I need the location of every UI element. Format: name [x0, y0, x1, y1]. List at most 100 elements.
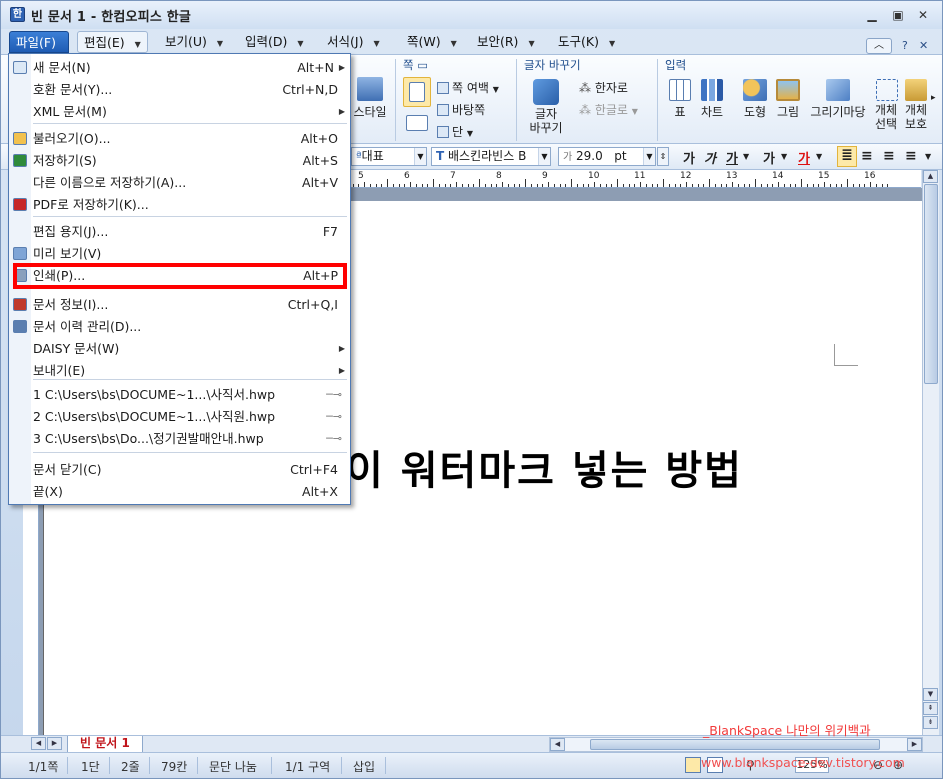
hangul-button[interactable]: ⁂ 한글로 ▼: [579, 101, 638, 118]
font-color-button[interactable]: 가: [798, 148, 810, 167]
chevron-down-icon[interactable]: ▼: [781, 152, 787, 161]
menu-edit[interactable]: 편집(E) ▼: [77, 31, 148, 53]
page-settings-icon[interactable]: ▭: [417, 58, 428, 72]
font-size-spinner[interactable]: ⇕: [657, 147, 669, 166]
file-menu-item[interactable]: 편집 용지(J)... F7: [9, 221, 350, 242]
tab-next-icon[interactable]: ▶: [47, 737, 62, 750]
align-center-button[interactable]: ≡: [883, 148, 895, 164]
file-menu-item[interactable]: PDF로 저장하기(K)...: [9, 194, 350, 215]
close-doc-icon[interactable]: ✕: [919, 39, 928, 52]
hwp-app-icon[interactable]: 한: [10, 7, 25, 22]
menu-page[interactable]: 쪽(W) ▼: [401, 31, 463, 53]
help-icon[interactable]: ?: [902, 39, 908, 52]
file-menu-item[interactable]: 다른 이름으로 저장하기(A)... Alt+V: [9, 172, 350, 193]
style-button[interactable]: 스타일: [350, 77, 390, 120]
ruler-tick: [507, 184, 509, 187]
style-select[interactable]: ª대표 ▼: [351, 147, 427, 166]
file-menu-dropdown: 새 문서(N) Alt+N ▶ 호환 문서(Y)... Ctrl+N,D XML 문서(M…: [8, 53, 351, 505]
chevron-down-icon[interactable]: ▼: [816, 152, 822, 161]
file-menu-item[interactable]: DAISY 문서(W) ▶: [9, 338, 350, 359]
minimize-icon[interactable]: ▁: [863, 7, 881, 23]
file-menu-item[interactable]: 보내기(E) ▶: [9, 360, 350, 381]
ribbon-collapse-button[interactable]: ︿: [866, 38, 892, 54]
ruler-tick: [628, 184, 630, 187]
insert-chart-button[interactable]: 차트: [697, 79, 727, 120]
pin-icon[interactable]: ─⊸: [326, 428, 342, 449]
ruler-number: 10: [588, 171, 600, 181]
chevron-down-icon: ▼: [373, 39, 380, 48]
menu-tools[interactable]: 도구(K) ▼: [552, 31, 621, 53]
background-page-button[interactable]: 바탕쪽: [437, 101, 485, 118]
ruler-tick: [364, 182, 365, 187]
menu-format[interactable]: 서식(J) ▼: [321, 31, 386, 53]
insert-table-button[interactable]: 표: [665, 79, 695, 120]
horizontal-scroll-thumb[interactable]: [590, 739, 880, 750]
drawing-gallery-button[interactable]: 그리기마당: [807, 79, 869, 120]
pin-icon[interactable]: ─⊸: [326, 384, 342, 405]
status-paragraph: 문단 나눔: [209, 760, 257, 774]
document-heading[interactable]: 이 워터마크 넣는 방법: [346, 438, 743, 496]
menu-view[interactable]: 보기(U) ▼: [159, 31, 229, 53]
font-select[interactable]: T 배스킨라빈스 B ▼: [431, 147, 551, 166]
scroll-up-icon[interactable]: ▲: [923, 170, 938, 183]
chevron-down-icon[interactable]: ▼: [414, 148, 426, 165]
file-menu-item[interactable]: 새 문서(N) Alt+N ▶: [9, 57, 350, 78]
hanja-button[interactable]: ⁂ 한자로: [579, 79, 628, 96]
page-up-icon[interactable]: ⇞: [923, 702, 938, 715]
menu-insert[interactable]: 입력(D) ▼: [239, 31, 310, 53]
menu-security[interactable]: 보안(R) ▼: [471, 31, 541, 53]
align-right-button[interactable]: ≡: [905, 148, 917, 164]
chevron-down-icon[interactable]: ▼: [643, 148, 655, 165]
file-menu-item[interactable]: 문서 닫기(C) Ctrl+F4: [9, 459, 350, 480]
scroll-left-icon[interactable]: ◀: [550, 738, 565, 751]
ruler-tick: [415, 184, 417, 187]
page-layout-button[interactable]: [403, 77, 431, 107]
file-menu-item[interactable]: 미리 보기(V): [9, 243, 350, 264]
menu-file[interactable]: 파일(F): [9, 31, 69, 53]
object-protect-button[interactable]: 개체 보호: [903, 79, 929, 131]
columns-button[interactable]: 단 ▼: [437, 123, 473, 140]
scroll-down-icon[interactable]: ▼: [923, 688, 938, 701]
file-menu-item[interactable]: 1 C:\Users\bs\DOCUME~1...\사직서.hwp ─⊸: [9, 384, 350, 405]
scroll-right-icon[interactable]: ▶: [907, 738, 922, 751]
close-icon[interactable]: ✕: [914, 7, 932, 23]
font-size-select[interactable]: 가 29.0 pt ▼: [558, 147, 656, 166]
file-menu-item[interactable]: 끝(X) Alt+X: [9, 481, 350, 502]
insert-picture-button[interactable]: 그림: [773, 79, 803, 120]
vertical-scroll-thumb[interactable]: [924, 184, 938, 384]
chart-icon: [701, 79, 723, 101]
object-select-button[interactable]: 개체 선택: [873, 79, 901, 131]
view-normal-icon[interactable]: [685, 757, 701, 773]
file-menu-item[interactable]: 호환 문서(Y)... Ctrl+N,D: [9, 79, 350, 100]
file-menu-item[interactable]: 불러오기(O)... Alt+O: [9, 128, 350, 149]
strikethrough-button[interactable]: 가: [763, 148, 775, 167]
bold-button[interactable]: 가: [683, 148, 695, 167]
status-insert-mode[interactable]: 삽입: [353, 758, 375, 775]
file-menu-item[interactable]: 3 C:\Users\bs\Do...\정기권발매안내.hwp ─⊸: [9, 428, 350, 449]
page-orient-button[interactable]: [405, 115, 429, 133]
chevron-down-icon[interactable]: ▼: [135, 40, 141, 49]
file-menu-item[interactable]: 2 C:\Users\bs\DOCUME~1...\사직원.hwp ─⊸: [9, 406, 350, 427]
align-left-button[interactable]: ≡: [861, 148, 873, 164]
insert-shape-button[interactable]: 도형: [739, 79, 771, 120]
page-margin-button[interactable]: 쪽 여백 ▼: [437, 79, 499, 96]
pin-icon[interactable]: ─⊸: [326, 406, 342, 427]
italic-button[interactable]: 가: [704, 148, 716, 167]
underline-button[interactable]: 가: [726, 148, 738, 167]
file-menu-item[interactable]: 문서 이력 관리(D)...: [9, 316, 350, 337]
char-change-button[interactable]: 글자 바꾸기: [523, 79, 569, 135]
chevron-down-icon[interactable]: ▼: [538, 148, 550, 165]
tab-prev-icon[interactable]: ◀: [31, 737, 46, 750]
toolbar-overflow-icon[interactable]: ▼: [925, 152, 931, 161]
chevron-down-icon[interactable]: ▼: [743, 152, 749, 161]
page-down-icon[interactable]: ⇟: [923, 716, 938, 729]
file-menu-item[interactable]: XML 문서(M) ▶: [9, 101, 350, 122]
file-menu-item[interactable]: 문서 정보(I)... Ctrl+Q,I: [9, 294, 350, 315]
vertical-scrollbar[interactable]: ▲ ▼ ⇞ ⇟: [922, 170, 939, 735]
file-menu-item[interactable]: 저장하기(S) Alt+S: [9, 150, 350, 171]
ribbon-scroll-icon[interactable]: ▸: [931, 93, 936, 103]
align-justify-button[interactable]: ≣: [837, 146, 857, 167]
tab-document[interactable]: 빈 문서 1: [67, 736, 143, 753]
restore-icon[interactable]: ▣: [889, 7, 907, 23]
horizontal-scrollbar[interactable]: ◀ ▶: [549, 737, 923, 752]
